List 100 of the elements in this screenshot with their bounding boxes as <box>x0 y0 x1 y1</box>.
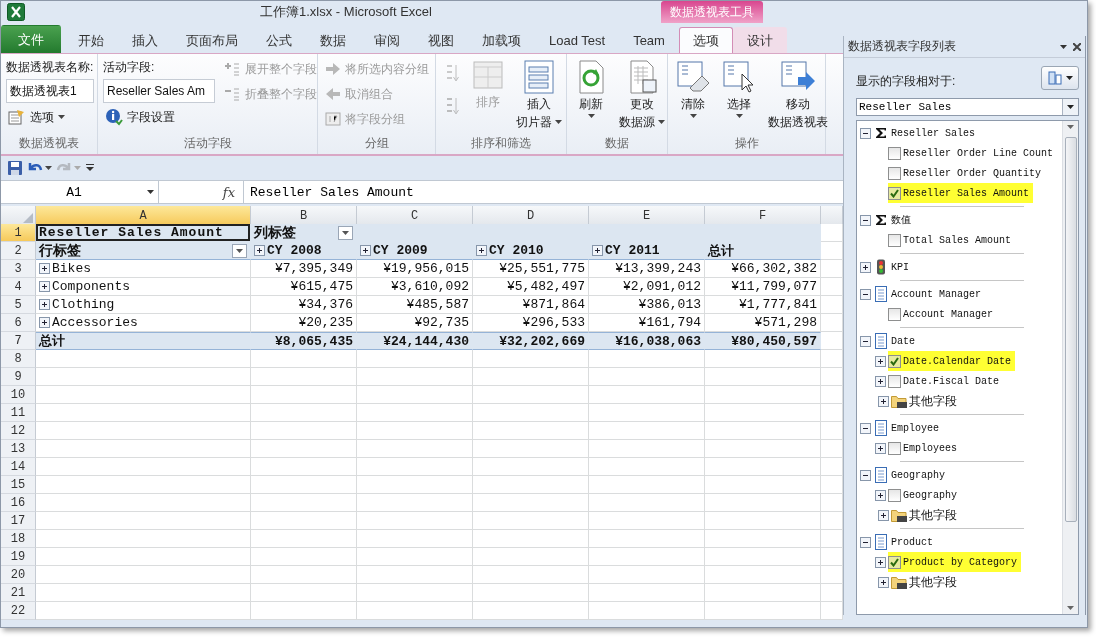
table-cell[interactable] <box>357 602 473 620</box>
table-cell[interactable] <box>705 602 821 620</box>
table-cell[interactable]: 总计 <box>705 242 821 260</box>
table-cell[interactable] <box>473 530 589 548</box>
table-cell[interactable]: ¥80,450,597 <box>705 332 821 350</box>
name-field[interactable]: Reseller Sales Am <box>103 79 215 103</box>
table-cell[interactable] <box>357 350 473 368</box>
tree-expander[interactable] <box>860 261 871 273</box>
table-cell[interactable] <box>589 602 705 620</box>
table-cell[interactable] <box>705 566 821 584</box>
column-header[interactable]: A <box>36 206 251 226</box>
table-cell[interactable] <box>357 440 473 458</box>
ribbon-tab[interactable]: Load Test <box>535 27 620 53</box>
table-cell[interactable]: ¥8,065,435 <box>251 332 357 350</box>
table-cell[interactable] <box>36 476 251 494</box>
table-cell[interactable] <box>705 458 821 476</box>
table-cell[interactable] <box>589 530 705 548</box>
table-cell[interactable] <box>251 440 357 458</box>
row-number[interactable]: 2 <box>1 242 36 260</box>
table-cell[interactable]: ¥485,587 <box>357 296 473 314</box>
table-cell[interactable] <box>36 602 251 620</box>
table-cell[interactable] <box>473 386 589 404</box>
table-cell[interactable] <box>357 530 473 548</box>
table-cell[interactable] <box>473 512 589 530</box>
table-cell[interactable] <box>589 584 705 602</box>
table-cell[interactable] <box>357 422 473 440</box>
table-cell[interactable] <box>251 350 357 368</box>
table-cell[interactable]: ¥16,038,063 <box>589 332 705 350</box>
table-cell[interactable] <box>589 512 705 530</box>
row-number[interactable]: 15 <box>1 476 36 494</box>
row-number[interactable]: 17 <box>1 512 36 530</box>
table-cell[interactable] <box>473 494 589 512</box>
row-number[interactable]: 6 <box>1 314 36 332</box>
table-cell[interactable]: CY 2008 <box>251 242 357 260</box>
table-cell[interactable] <box>705 404 821 422</box>
table-cell[interactable] <box>821 566 843 584</box>
checkbox[interactable] <box>888 555 901 569</box>
table-cell[interactable] <box>251 530 357 548</box>
tree-group-label[interactable]: Date <box>891 335 915 347</box>
tree-expander[interactable] <box>860 422 871 434</box>
table-cell[interactable] <box>705 440 821 458</box>
column-header[interactable] <box>821 206 843 226</box>
table-cell[interactable]: 列标签 <box>251 224 357 242</box>
row-number[interactable]: 5 <box>1 296 36 314</box>
table-cell[interactable]: ¥32,202,669 <box>473 332 589 350</box>
filter-button[interactable] <box>338 225 353 240</box>
column-header[interactable]: C <box>357 206 473 226</box>
row-number[interactable]: 8 <box>1 350 36 368</box>
table-cell[interactable]: ¥5,482,497 <box>473 278 589 296</box>
table-cell[interactable] <box>36 494 251 512</box>
table-cell[interactable]: CY 2010 <box>473 242 589 260</box>
tree-group-label[interactable]: Geography <box>891 469 945 481</box>
table-cell[interactable] <box>821 224 843 242</box>
table-cell[interactable]: ¥571,298 <box>705 314 821 332</box>
checkbox[interactable] <box>888 186 901 200</box>
checkbox[interactable] <box>888 233 901 247</box>
table-cell[interactable] <box>36 350 251 368</box>
table-cell[interactable] <box>821 584 843 602</box>
ribbon-tab[interactable]: 开始 <box>64 27 118 53</box>
row-number[interactable]: 22 <box>1 602 36 620</box>
table-cell[interactable] <box>821 476 843 494</box>
checkbox[interactable] <box>888 166 901 180</box>
table-cell[interactable] <box>589 404 705 422</box>
table-cell[interactable] <box>821 422 843 440</box>
tree-expander[interactable] <box>878 576 889 588</box>
ribbon-button[interactable]: 字段设置 <box>103 106 215 128</box>
table-cell[interactable]: Clothing <box>36 296 251 314</box>
column-header[interactable]: E <box>589 206 705 226</box>
table-cell[interactable] <box>705 350 821 368</box>
table-cell[interactable] <box>251 422 357 440</box>
table-cell[interactable] <box>473 458 589 476</box>
table-cell[interactable] <box>705 548 821 566</box>
tree-expander[interactable] <box>875 442 886 454</box>
row-number[interactable]: 19 <box>1 548 36 566</box>
tree-expander[interactable] <box>860 469 871 481</box>
tree-expander[interactable] <box>860 335 871 347</box>
table-cell[interactable] <box>473 422 589 440</box>
table-cell[interactable]: ¥871,864 <box>473 296 589 314</box>
table-cell[interactable] <box>357 368 473 386</box>
table-cell[interactable] <box>36 530 251 548</box>
table-cell[interactable]: CY 2009 <box>357 242 473 260</box>
table-cell[interactable] <box>705 422 821 440</box>
table-cell[interactable] <box>821 494 843 512</box>
table-cell[interactable] <box>473 440 589 458</box>
table-cell[interactable] <box>705 584 821 602</box>
table-cell[interactable] <box>357 386 473 404</box>
table-cell[interactable] <box>357 566 473 584</box>
table-cell[interactable]: ¥7,395,349 <box>251 260 357 278</box>
table-cell[interactable] <box>589 548 705 566</box>
table-cell[interactable] <box>473 476 589 494</box>
layout-button[interactable] <box>1041 66 1079 90</box>
row-number[interactable]: 21 <box>1 584 36 602</box>
table-cell[interactable] <box>821 296 843 314</box>
table-cell[interactable]: ¥20,235 <box>251 314 357 332</box>
ribbon-tab[interactable]: 设计 <box>732 27 787 53</box>
tree-expander[interactable] <box>860 214 871 226</box>
tree-expander[interactable] <box>878 509 889 521</box>
row-number[interactable]: 9 <box>1 368 36 386</box>
table-cell[interactable]: ¥161,794 <box>589 314 705 332</box>
checkbox[interactable] <box>888 374 901 388</box>
